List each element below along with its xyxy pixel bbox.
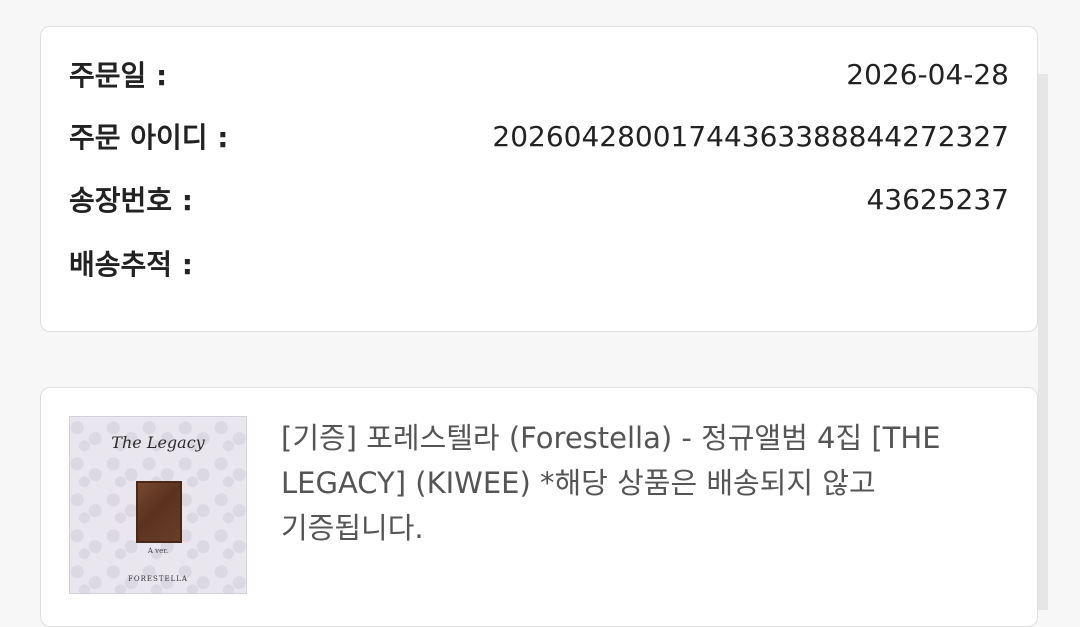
- album-cover-version: A ver.: [147, 547, 169, 555]
- invoice-number-row: 송장번호 : 43625237: [69, 179, 1009, 219]
- album-cover-artist: FORESTELLA: [128, 575, 188, 583]
- album-cover-title: The Legacy: [111, 433, 205, 452]
- album-cover-artwork: [136, 481, 182, 543]
- order-date-value: 2026-04-28: [846, 57, 1009, 91]
- invoice-number-label: 송장번호 :: [69, 184, 193, 217]
- scrollbar-track[interactable]: [1038, 74, 1048, 610]
- order-id-label: 주문 아이디 :: [69, 121, 229, 154]
- order-date-row: 주문일 : 2026-04-28: [69, 54, 1009, 94]
- album-cover-image[interactable]: The Legacy A ver. FORESTELLA: [69, 416, 247, 594]
- order-id-value: 20260428001744363388844272327: [492, 119, 1009, 153]
- product-card[interactable]: The Legacy A ver. FORESTELLA [기증] 포레스텔라 …: [40, 387, 1038, 627]
- order-info-card: 주문일 : 2026-04-28 주문 아이디 : 20260428001744…: [40, 26, 1038, 332]
- invoice-number-value: 43625237: [866, 182, 1009, 216]
- tracking-label: 배송추적 :: [69, 248, 193, 281]
- order-id-row: 주문 아이디 : 20260428001744363388844272327: [69, 116, 1009, 156]
- order-date-label: 주문일 :: [69, 59, 168, 92]
- tracking-row[interactable]: 배송추적 :: [69, 243, 1009, 283]
- product-name[interactable]: [기증] 포레스텔라 (Forestella) - 정규앨범 4집 [THE L…: [281, 416, 1001, 551]
